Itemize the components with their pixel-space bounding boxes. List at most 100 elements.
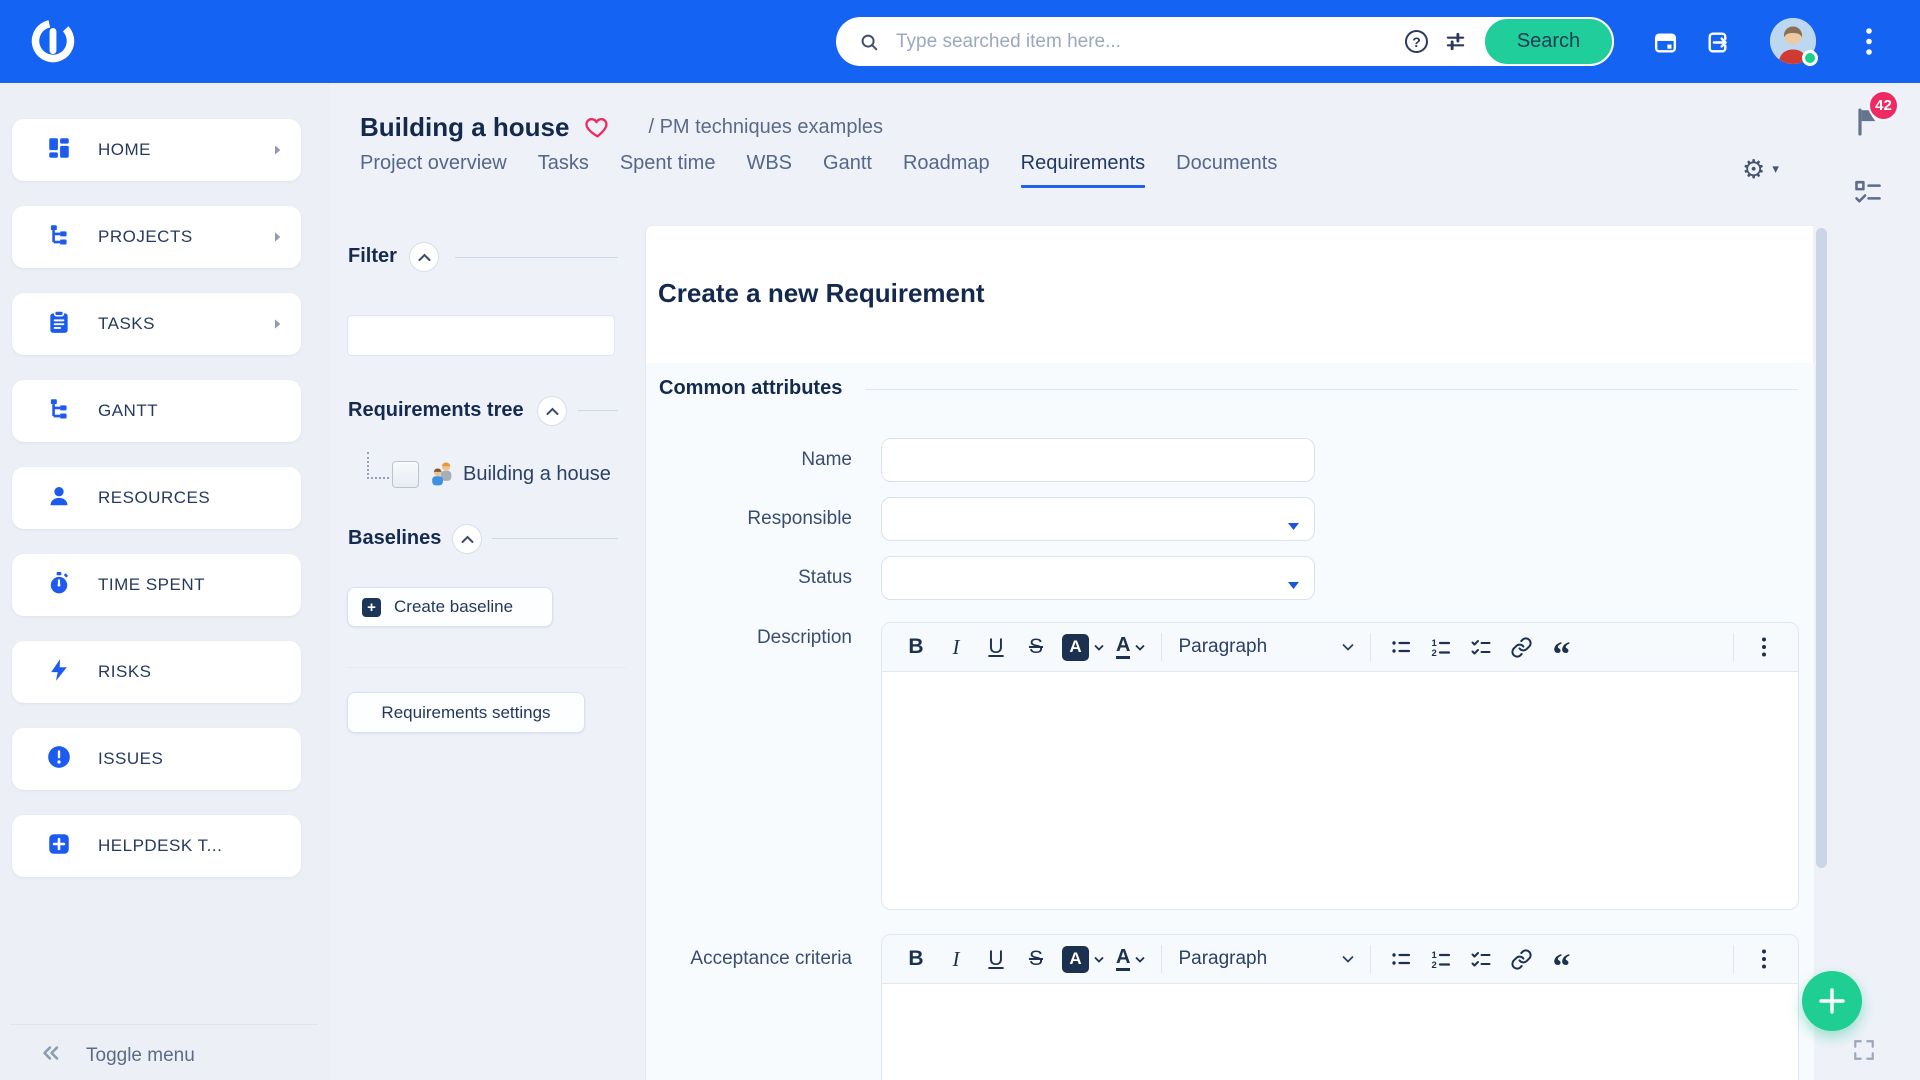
tree-item-building-a-house[interactable]: Building a house: [463, 463, 611, 486]
add-requirement-fab[interactable]: [1802, 971, 1862, 1031]
sidebar-item-label: ISSUES: [98, 749, 163, 769]
project-title: Building a house: [360, 112, 569, 143]
paragraph-style-select[interactable]: Paragraph: [1172, 627, 1360, 667]
kebab-icon[interactable]: [1862, 26, 1876, 58]
search-button[interactable]: Search: [1483, 17, 1614, 66]
name-field[interactable]: [881, 438, 1315, 482]
status-select[interactable]: [881, 556, 1315, 600]
sidebar-item-label: HOME: [98, 140, 151, 160]
link-button[interactable]: [1501, 627, 1541, 667]
sidebar-item-gantt[interactable]: GANTT: [12, 380, 301, 442]
tab-wbs[interactable]: WBS: [746, 152, 792, 188]
todo-list-button[interactable]: [1461, 627, 1501, 667]
sidebar-item-home[interactable]: HOME: [12, 119, 301, 181]
collapse-baselines-icon[interactable]: [452, 524, 482, 554]
underline-button[interactable]: U: [976, 939, 1016, 979]
status-label: Status: [622, 567, 852, 589]
bullet-list-button[interactable]: [1381, 939, 1421, 979]
avatar[interactable]: [1770, 18, 1816, 64]
heart-icon[interactable]: [585, 116, 610, 139]
toolbar-more-button[interactable]: [1744, 627, 1784, 667]
chevron-down-icon: [1094, 644, 1104, 651]
numbered-list-button[interactable]: 1 2: [1421, 627, 1461, 667]
font-background-button[interactable]: A: [1056, 939, 1110, 979]
lightning-icon: [46, 657, 72, 688]
sidebar-item-resources[interactable]: RESOURCES: [12, 467, 301, 529]
italic-button[interactable]: I: [936, 939, 976, 979]
sidebar-item-issues[interactable]: ISSUES: [12, 728, 301, 790]
description-toolbar: B I U S A A Paragraph: [882, 623, 1798, 672]
tab-gantt[interactable]: Gantt: [823, 152, 872, 188]
sidebar-item-label: TASKS: [98, 314, 155, 334]
filter-divider: [455, 257, 618, 258]
tree-item-checkbox[interactable]: [392, 461, 419, 488]
breadcrumb[interactable]: / PM techniques examples: [648, 116, 883, 139]
acceptance-criteria-label: Acceptance criteria: [622, 948, 852, 970]
collapse-filter-icon[interactable]: [409, 242, 439, 272]
description-textarea[interactable]: [882, 672, 1798, 910]
calendar-icon[interactable]: [1652, 29, 1679, 56]
font-color-button[interactable]: A: [1110, 939, 1151, 979]
strikethrough-button[interactable]: S: [1016, 939, 1056, 979]
blockquote-button[interactable]: “: [1541, 627, 1581, 667]
baselines-title: Baselines: [348, 527, 441, 550]
vertical-scrollbar[interactable]: [1816, 228, 1827, 868]
plus-square-icon: [46, 831, 72, 862]
font-background-button[interactable]: A: [1056, 627, 1110, 667]
tab-settings-button[interactable]: ⚙ ▾: [1742, 156, 1779, 182]
font-color-button[interactable]: A: [1110, 627, 1151, 667]
tab-roadmap[interactable]: Roadmap: [903, 152, 990, 188]
svg-text:2: 2: [1432, 648, 1437, 659]
fullscreen-icon[interactable]: [1852, 1038, 1876, 1062]
sidebar-item-time-spent[interactable]: TIME SPENT: [12, 554, 301, 616]
chevron-down-icon: [1135, 644, 1145, 651]
acceptance-textarea[interactable]: [882, 984, 1798, 1080]
blockquote-button[interactable]: “: [1541, 939, 1581, 979]
strikethrough-button[interactable]: S: [1016, 627, 1056, 667]
tune-icon[interactable]: [1444, 30, 1467, 53]
tab-project-overview[interactable]: Project overview: [360, 152, 507, 188]
requirements-settings-button[interactable]: Requirements settings: [347, 692, 585, 733]
worksection-logo-icon[interactable]: [27, 15, 79, 67]
person-icon: [46, 483, 72, 514]
responsible-label: Responsible: [622, 508, 852, 530]
plus-icon: +: [362, 598, 381, 617]
bold-button[interactable]: B: [896, 939, 936, 979]
toolbar-more-button[interactable]: [1744, 939, 1784, 979]
help-icon[interactable]: ?: [1405, 30, 1428, 53]
tab-documents[interactable]: Documents: [1176, 152, 1277, 188]
bold-button[interactable]: B: [896, 627, 936, 667]
bullet-list-button[interactable]: [1381, 627, 1421, 667]
topbar: ? Search: [0, 0, 1920, 83]
toggle-menu-button[interactable]: Toggle menu: [38, 1040, 195, 1071]
filter-input[interactable]: [347, 315, 615, 356]
search-input[interactable]: [894, 30, 1405, 54]
online-status-dot: [1802, 50, 1818, 66]
export-icon[interactable]: [1704, 29, 1731, 56]
responsible-select[interactable]: [881, 497, 1315, 541]
requirements-tree-title: Requirements tree: [348, 399, 524, 422]
acceptance-toolbar: B I U S A A Paragraph: [882, 935, 1798, 984]
sidebar-item-risks[interactable]: RISKS: [12, 641, 301, 703]
sidebar-item-tasks[interactable]: TASKS: [12, 293, 301, 355]
checklist-icon[interactable]: [1853, 178, 1883, 206]
italic-button[interactable]: I: [936, 627, 976, 667]
tab-tasks[interactable]: Tasks: [538, 152, 589, 188]
tab-spent-time[interactable]: Spent time: [620, 152, 716, 188]
numbered-list-button[interactable]: 1 2: [1421, 939, 1461, 979]
paragraph-style-select[interactable]: Paragraph: [1172, 939, 1360, 979]
sidebar-item-projects[interactable]: PROJECTS: [12, 206, 301, 268]
link-button[interactable]: [1501, 939, 1541, 979]
create-baseline-button[interactable]: + Create baseline: [347, 587, 553, 627]
chevron-down-icon: [1135, 956, 1145, 963]
search-bar: ? Search: [836, 17, 1614, 66]
tab-requirements[interactable]: Requirements: [1021, 152, 1146, 188]
page-title: Create a new Requirement: [658, 278, 985, 309]
todo-list-button[interactable]: [1461, 939, 1501, 979]
section-title: Common attributes: [659, 377, 842, 400]
underline-button[interactable]: U: [976, 627, 1016, 667]
sidebar-item-label: RISKS: [98, 662, 152, 682]
collapse-tree-icon[interactable]: [537, 396, 567, 426]
sidebar-item-helpdesk[interactable]: HELPDESK T...: [12, 815, 301, 877]
toggle-collapse-icon: [38, 1040, 64, 1071]
